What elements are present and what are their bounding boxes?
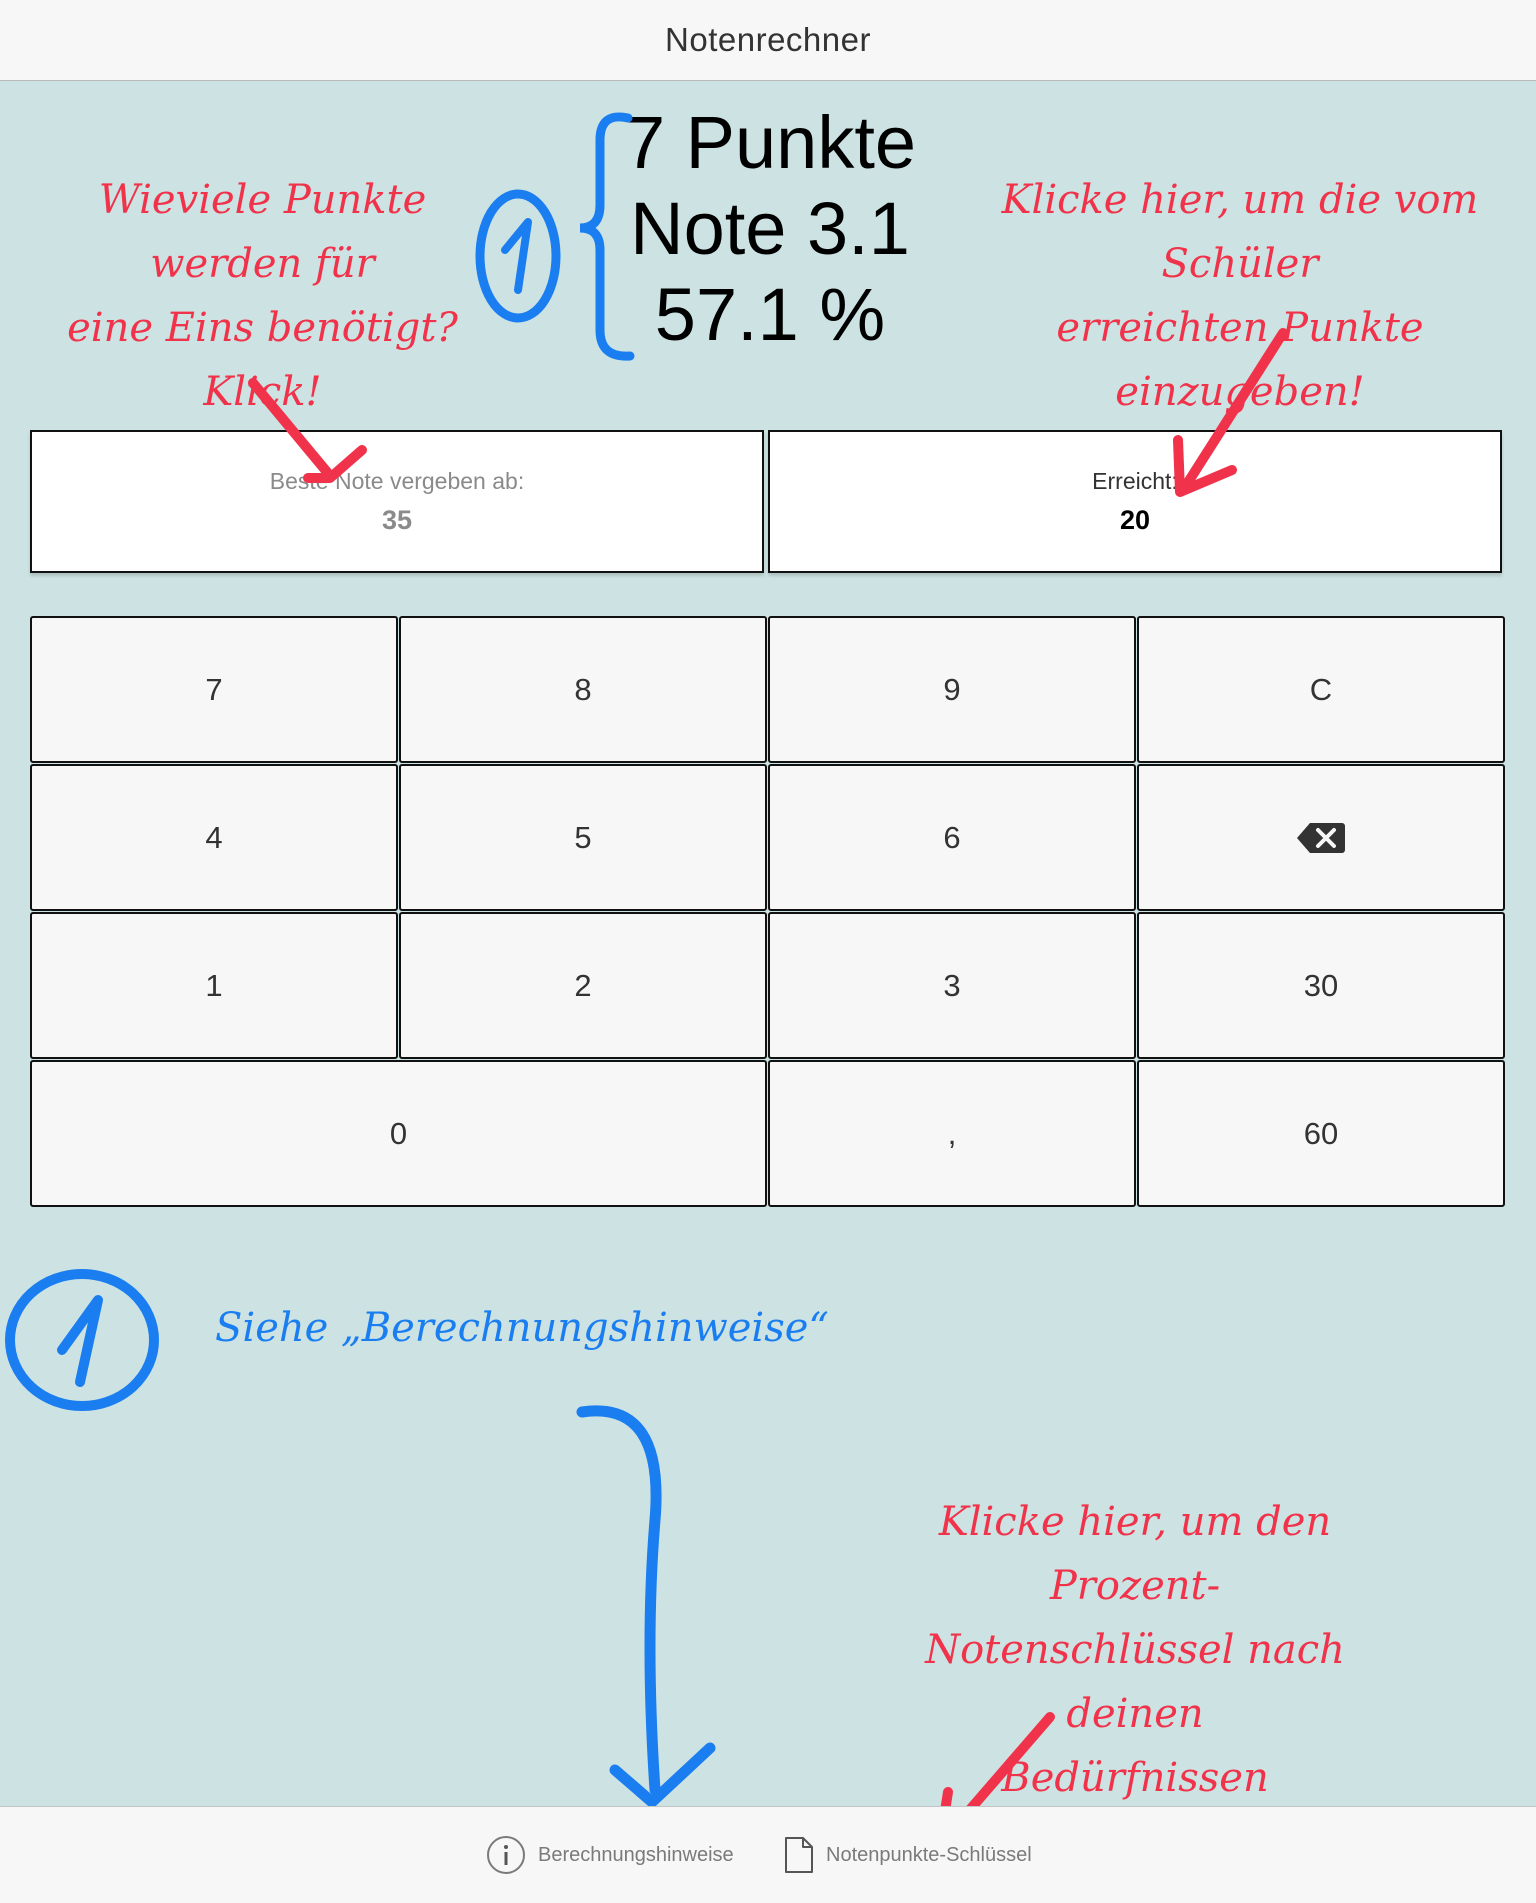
key-0[interactable]: 0 bbox=[30, 1060, 767, 1207]
key-30[interactable]: 30 bbox=[1137, 912, 1505, 1059]
annotation-best-grade: Wieviele Punkte werden für eine Eins ben… bbox=[67, 177, 458, 415]
info-circle-icon bbox=[487, 1836, 525, 1874]
key-5[interactable]: 5 bbox=[399, 764, 767, 911]
circled-one-bottom-icon bbox=[5, 1269, 159, 1411]
achieved-points-field[interactable]: Erreicht: 20 bbox=[768, 430, 1502, 573]
key-3[interactable]: 3 bbox=[768, 912, 1136, 1059]
key-backspace[interactable] bbox=[1137, 764, 1505, 911]
annotation-footnote: Siehe „Berechnungshinweise“ bbox=[215, 1305, 829, 1351]
navigation-bar: Notenrechner bbox=[0, 0, 1536, 81]
key-9[interactable]: 9 bbox=[768, 616, 1136, 763]
key-8[interactable]: 8 bbox=[399, 616, 767, 763]
tab-berechnungshinweise-label: Berechnungshinweise bbox=[538, 1843, 734, 1866]
key-7[interactable]: 7 bbox=[30, 616, 398, 763]
key-clear[interactable]: C bbox=[1137, 616, 1505, 763]
nav-title: Notenrechner bbox=[665, 21, 871, 58]
key-2[interactable]: 2 bbox=[399, 912, 767, 1059]
achieved-value: 20 bbox=[1119, 504, 1151, 535]
tab-berechnungshinweise[interactable]: Berechnungshinweise bbox=[486, 1807, 734, 1903]
tab-notenpunkte-schluessel-label: Notenpunkte-Schlüssel bbox=[826, 1843, 1032, 1866]
achieved-label: Erreicht: bbox=[1092, 467, 1178, 494]
result-percent: 57.1 % bbox=[654, 273, 886, 356]
backspace-icon bbox=[1297, 822, 1345, 853]
key-4[interactable]: 4 bbox=[30, 764, 398, 911]
arrow-down-blue-icon bbox=[576, 1405, 662, 1796]
tab-bar: Berechnungshinweise Notenpunkte-Schlüsse… bbox=[0, 1806, 1536, 1903]
result-display: 7 Punkte Note 3.1 57.1 % bbox=[560, 100, 980, 358]
tab-notenpunkte-schluessel[interactable]: Notenpunkte-Schlüssel bbox=[784, 1807, 1032, 1903]
key-comma[interactable]: , bbox=[768, 1060, 1136, 1207]
best-grade-value: 35 bbox=[381, 504, 413, 535]
key-6[interactable]: 6 bbox=[768, 764, 1136, 911]
best-grade-label: Beste Note vergeben ab: bbox=[269, 467, 525, 494]
result-grade: Note 3.1 bbox=[630, 187, 910, 270]
key-1[interactable]: 1 bbox=[30, 912, 398, 1059]
best-grade-field[interactable]: Beste Note vergeben ab: 35 bbox=[30, 430, 764, 573]
key-60[interactable]: 60 bbox=[1137, 1060, 1505, 1207]
annotation-achieved: Klicke hier, um die vom Schüler erreicht… bbox=[1001, 177, 1479, 415]
result-points: 7 Punkte bbox=[623, 101, 917, 184]
document-icon bbox=[785, 1837, 813, 1873]
